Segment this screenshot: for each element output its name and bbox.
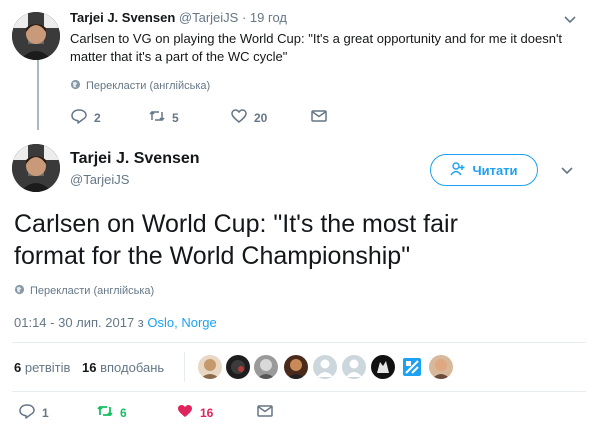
liker-avatar[interactable] xyxy=(371,355,395,379)
retweet-button[interactable]: 6 xyxy=(96,402,127,423)
retweet-count: 6 xyxy=(120,405,127,420)
tweet-text: Carlsen to VG on playing the World Cup: … xyxy=(70,31,563,64)
chevron-down-icon[interactable] xyxy=(559,162,575,178)
message-icon xyxy=(310,107,328,128)
add-user-icon xyxy=(450,161,466,180)
author-avatar[interactable] xyxy=(12,12,60,60)
author-handle[interactable]: @TarjeiJS xyxy=(179,10,238,25)
reply-button[interactable]: 1 xyxy=(18,402,49,423)
reply-count: 2 xyxy=(94,110,101,125)
retweet-icon xyxy=(148,107,166,128)
default-avatar[interactable] xyxy=(313,355,337,379)
translate-link[interactable]: Перекласти (англійська) xyxy=(14,284,154,298)
author-handle[interactable]: @TarjeiJS xyxy=(70,172,129,187)
translate-link[interactable]: Перекласти (англійська) xyxy=(70,79,210,93)
default-avatar[interactable] xyxy=(342,355,366,379)
stats-separator xyxy=(184,352,185,382)
like-count: 16 xyxy=(200,405,214,420)
globe-icon xyxy=(14,284,25,298)
likes-label: вподобань xyxy=(100,360,165,375)
follow-label: Читати xyxy=(472,162,518,178)
tweet-location[interactable]: Oslo, Norge xyxy=(147,315,216,330)
retweet-count: 5 xyxy=(172,110,179,125)
heart-icon xyxy=(230,107,248,128)
direct-message-button[interactable] xyxy=(310,107,328,128)
like-button[interactable]: 16 xyxy=(176,402,213,423)
like-button[interactable]: 20 xyxy=(230,107,267,128)
likes-stat[interactable]: 16 вподобань xyxy=(82,360,164,375)
retweets-stat[interactable]: 6 ретвітів xyxy=(14,360,74,375)
reply-icon xyxy=(18,402,36,423)
globe-icon xyxy=(70,79,81,93)
retweet-icon xyxy=(96,402,114,423)
author-name[interactable]: Tarjei J. Svensen xyxy=(70,10,175,25)
heart-icon xyxy=(176,402,194,423)
reply-icon xyxy=(70,107,88,128)
message-icon xyxy=(256,402,274,423)
liker-avatar[interactable] xyxy=(254,355,278,379)
reply-count: 1 xyxy=(42,405,49,420)
direct-message-button[interactable] xyxy=(256,402,274,423)
divider xyxy=(12,342,586,343)
liker-avatar[interactable] xyxy=(226,355,250,379)
retweet-button[interactable]: 5 xyxy=(148,107,179,128)
tweet-text: Carlsen on World Cup: "It's the most fai… xyxy=(14,210,458,270)
follow-button[interactable]: Читати xyxy=(430,154,538,186)
divider xyxy=(12,391,586,392)
like-count: 20 xyxy=(254,110,268,125)
translate-label: Перекласти (англійська) xyxy=(86,80,211,92)
dot-separator: · xyxy=(241,10,247,25)
thread-line xyxy=(37,60,39,130)
retweets-label: ретвітів xyxy=(24,360,71,375)
translate-label: Перекласти (англійська) xyxy=(30,285,155,297)
retweets-count: 6 xyxy=(14,360,22,375)
reply-button[interactable]: 2 xyxy=(70,107,101,128)
tweet-timestamp[interactable]: 01:14 - 30 лип. 2017 з xyxy=(14,315,147,330)
chevron-down-icon[interactable] xyxy=(562,11,578,27)
likes-count: 16 xyxy=(82,360,97,375)
liker-avatar[interactable] xyxy=(198,355,222,379)
tweet-time[interactable]: 19 год xyxy=(250,10,287,25)
liker-avatar[interactable] xyxy=(284,355,308,379)
liker-avatar[interactable] xyxy=(429,355,453,379)
author-avatar[interactable] xyxy=(12,144,60,192)
liker-avatar[interactable] xyxy=(403,358,421,376)
author-name[interactable]: Tarjei J. Svensen xyxy=(70,150,200,168)
